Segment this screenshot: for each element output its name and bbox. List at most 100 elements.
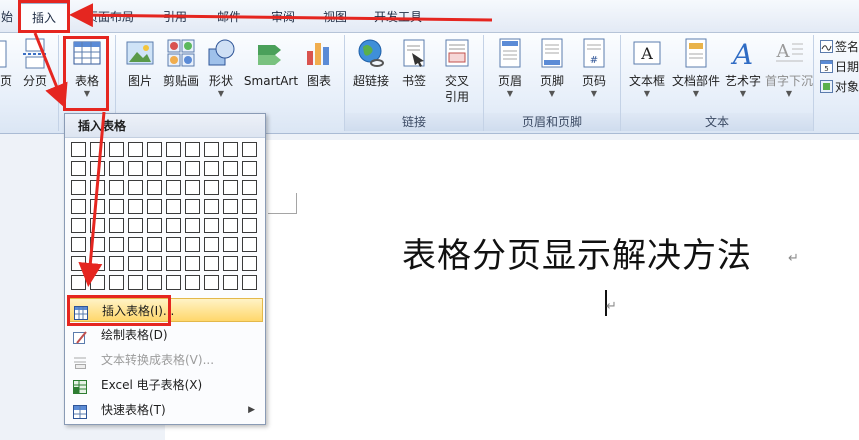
table-grid-cell[interactable] xyxy=(223,180,238,195)
table-grid-cell[interactable] xyxy=(185,199,200,214)
table-grid-cell[interactable] xyxy=(71,180,86,195)
table-grid-cell[interactable] xyxy=(71,142,86,157)
table-grid-cell[interactable] xyxy=(242,256,257,271)
tab-review[interactable]: 审阅 xyxy=(266,6,300,28)
text-to-table-item[interactable]: 文本转换成表格(V)... xyxy=(67,348,263,372)
tab-view[interactable]: 视图 xyxy=(318,6,352,28)
table-grid-cell[interactable] xyxy=(204,142,219,157)
table-grid-cell[interactable] xyxy=(90,180,105,195)
table-grid-cell[interactable] xyxy=(223,275,238,290)
table-grid-cell[interactable] xyxy=(128,218,143,233)
table-grid-cell[interactable] xyxy=(242,275,257,290)
header-button[interactable]: 页眉 ▼ xyxy=(490,37,530,99)
clipart-button[interactable]: 剪贴画 xyxy=(160,37,202,89)
table-grid-cell[interactable] xyxy=(242,237,257,252)
page-break-button[interactable]: 分页 xyxy=(18,37,52,89)
table-grid-cell[interactable] xyxy=(223,256,238,271)
draw-table-item[interactable]: 绘制表格(D) xyxy=(67,323,263,347)
table-grid-cell[interactable] xyxy=(223,142,238,157)
table-grid-cell[interactable] xyxy=(185,218,200,233)
tab-page-layout[interactable]: 页面布局 xyxy=(82,6,138,28)
table-grid-cell[interactable] xyxy=(166,275,181,290)
table-grid-cell[interactable] xyxy=(185,237,200,252)
table-grid-cell[interactable] xyxy=(128,275,143,290)
wordart-button[interactable]: A 艺术字 ▼ xyxy=(723,37,763,99)
shapes-button[interactable]: 形状 ▼ xyxy=(204,37,238,99)
table-grid-cell[interactable] xyxy=(71,161,86,176)
table-grid-cell[interactable] xyxy=(109,142,124,157)
table-grid-cell[interactable] xyxy=(90,218,105,233)
table-grid-cell[interactable] xyxy=(147,161,162,176)
table-grid-cell[interactable] xyxy=(242,161,257,176)
table-grid-cell[interactable] xyxy=(204,237,219,252)
table-grid-cell[interactable] xyxy=(109,161,124,176)
table-grid-cell[interactable] xyxy=(204,218,219,233)
table-grid-cell[interactable] xyxy=(166,142,181,157)
table-grid-cell[interactable] xyxy=(204,275,219,290)
object-button[interactable]: 对象 xyxy=(820,79,859,95)
table-grid-cell[interactable] xyxy=(166,237,181,252)
table-grid-cell[interactable] xyxy=(204,199,219,214)
picture-button[interactable]: 图片 xyxy=(120,37,160,89)
hyperlink-button[interactable]: 超链接 xyxy=(351,37,391,89)
table-grid-cell[interactable] xyxy=(109,237,124,252)
date-time-button[interactable]: 5 日期 xyxy=(820,59,859,75)
page-button[interactable]: 页 xyxy=(0,37,18,89)
table-grid-cell[interactable] xyxy=(71,237,86,252)
table-grid-cell[interactable] xyxy=(109,180,124,195)
table-grid-cell[interactable] xyxy=(185,180,200,195)
table-grid-cell[interactable] xyxy=(223,161,238,176)
bookmark-button[interactable]: 书签 xyxy=(397,37,431,89)
table-grid-cell[interactable] xyxy=(90,142,105,157)
page-number-button[interactable]: # 页码 ▼ xyxy=(574,37,614,99)
table-grid-cell[interactable] xyxy=(128,199,143,214)
table-grid-cell[interactable] xyxy=(147,180,162,195)
table-grid-cell[interactable] xyxy=(185,161,200,176)
table-grid-cell[interactable] xyxy=(71,275,86,290)
table-grid-cell[interactable] xyxy=(147,218,162,233)
table-grid-cell[interactable] xyxy=(90,199,105,214)
tab-developer[interactable]: 开发工具 xyxy=(370,6,426,28)
footer-button[interactable]: 页脚 ▼ xyxy=(532,37,572,99)
table-grid-cell[interactable] xyxy=(166,180,181,195)
table-grid-cell[interactable] xyxy=(128,180,143,195)
table-grid-cell[interactable] xyxy=(109,256,124,271)
table-grid-cell[interactable] xyxy=(204,180,219,195)
table-grid-cell[interactable] xyxy=(90,161,105,176)
table-grid-cell[interactable] xyxy=(90,256,105,271)
quick-tables-item[interactable]: 快速表格(T) ▶ xyxy=(67,398,263,422)
table-grid-cell[interactable] xyxy=(185,256,200,271)
table-grid-cell[interactable] xyxy=(166,161,181,176)
table-grid-cell[interactable] xyxy=(223,199,238,214)
tab-mailings[interactable]: 邮件 xyxy=(212,6,246,28)
table-grid-cell[interactable] xyxy=(242,218,257,233)
table-grid-cell[interactable] xyxy=(128,256,143,271)
table-grid-cell[interactable] xyxy=(147,256,162,271)
tab-home[interactable]: 始 xyxy=(0,6,14,28)
table-grid-cell[interactable] xyxy=(147,237,162,252)
table-grid-cell[interactable] xyxy=(109,275,124,290)
cross-reference-button[interactable]: 交叉 引用 xyxy=(437,37,477,105)
textbox-button[interactable]: A 文本框 ▼ xyxy=(625,37,669,99)
document-page[interactable] xyxy=(165,140,859,440)
smartart-button[interactable]: SmartArt xyxy=(242,37,300,89)
table-grid-cell[interactable] xyxy=(71,218,86,233)
table-grid-cell[interactable] xyxy=(242,142,257,157)
drop-cap-button[interactable]: A 首字下沉 ▼ xyxy=(765,37,813,99)
table-grid-cell[interactable] xyxy=(147,199,162,214)
table-grid-cell[interactable] xyxy=(223,218,238,233)
table-grid-cell[interactable] xyxy=(242,199,257,214)
table-grid-cell[interactable] xyxy=(223,237,238,252)
tab-references[interactable]: 引用 xyxy=(158,6,192,28)
table-grid-cell[interactable] xyxy=(109,199,124,214)
table-grid-cell[interactable] xyxy=(128,142,143,157)
table-grid-cell[interactable] xyxy=(204,161,219,176)
table-grid-cell[interactable] xyxy=(128,237,143,252)
table-grid-cell[interactable] xyxy=(71,199,86,214)
table-grid-cell[interactable] xyxy=(185,275,200,290)
table-grid-cell[interactable] xyxy=(242,180,257,195)
table-grid-cell[interactable] xyxy=(185,142,200,157)
table-grid-cell[interactable] xyxy=(128,161,143,176)
table-grid-cell[interactable] xyxy=(204,256,219,271)
chart-button[interactable]: 图表 xyxy=(302,37,336,89)
